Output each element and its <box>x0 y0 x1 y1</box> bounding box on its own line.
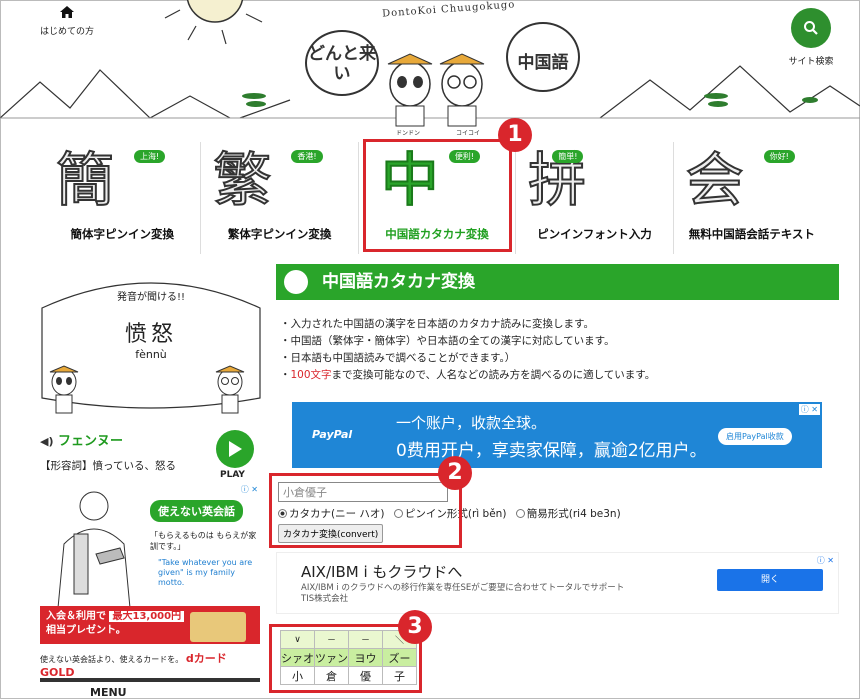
pronunciation-hint: 発音が聞ける!! <box>116 292 186 303</box>
mascot-right-name: コイコイ <box>455 130 480 137</box>
promo-text-1: 入会＆利用で <box>46 611 106 622</box>
desc-line: ・入力された中国語の漢字を日本語のカタカナ読みに変換します。 <box>280 318 594 330</box>
promo-highlight: 最大13,000円 <box>109 611 185 622</box>
radio-unchecked-icon <box>515 509 525 518</box>
logo-bubble-right[interactable]: 中国語 <box>506 22 580 92</box>
aix-open-button[interactable]: 開く <box>717 569 823 591</box>
paypal-ad-line2: 0费用开户，享卖家保障，赢逾2亿用户。 <box>396 441 707 461</box>
adchoices-icon[interactable]: ⓘ ✕ <box>798 404 820 415</box>
nav-tag: 你好! <box>763 150 795 163</box>
paypal-ad-line1: 一个账户，收款全球。 <box>396 414 547 432</box>
paypal-ad-banner[interactable]: PayPal 一个账户，收款全球。 0费用开户，享卖家保障，赢逾2亿用户。 启用… <box>292 402 822 468</box>
audio-katakana-text: フェンヌー <box>58 434 124 449</box>
play-button[interactable] <box>216 430 254 468</box>
adchoices-icon[interactable]: ⓘ ✕ <box>814 555 836 566</box>
desc-line: ・中国語（繁体字・簡体字）や日本語の全ての漢字に対応しています。 <box>280 335 615 347</box>
nav-tag: 簡単! <box>552 150 584 163</box>
step-badge-3: 3 <box>398 610 432 644</box>
paypal-cta-button[interactable]: 启用PayPal收款 <box>718 428 792 445</box>
audio-katakana: ◀) フェンヌー <box>40 430 123 449</box>
section-title-bar: 中国語カタカナ変換 <box>276 264 839 300</box>
nav-label: 繁体字ピンイン変換 <box>227 227 332 241</box>
panda-icon <box>284 270 308 294</box>
nav-tag: 香港! <box>291 150 323 163</box>
sidebar-ad[interactable]: 使えない英会話 「もらえるものは もらえが家訓です。」 "Take whatev… <box>40 484 260 608</box>
paypal-logo: PayPal <box>312 428 353 441</box>
step-badge-1: 1 <box>498 118 532 152</box>
credit-card-icon <box>190 612 246 642</box>
ad-footer-text: 使えない英会話より、使えるカードを。 <box>40 655 184 664</box>
nav-label: 簡体字ピンイン変換 <box>70 227 174 241</box>
desc-bullet: ・ <box>280 369 291 381</box>
aix-ad-company: TIS株式会社 <box>301 594 349 604</box>
nav-kanji-traditional: 繁 <box>212 146 272 214</box>
site-header: はじめての方 DontoKoi Chuugokugo どんと来い 中国語 ドンド… <box>0 0 860 140</box>
radio-simple-label: 簡易形式(ri4 be3n) <box>526 508 621 520</box>
search-icon <box>804 21 818 35</box>
radio-simple[interactable]: 簡易形式(ri4 be3n) <box>515 508 621 520</box>
aix-ad-title: AIX/IBM i もクラウドへ <box>301 563 463 581</box>
logo-bubble-left[interactable]: どんと来い <box>305 30 379 96</box>
pronunciation-widget: 発音が聞ける!! 愤怒 fènnù <box>40 268 262 418</box>
adchoices-icon[interactable]: ⓘ ✕ <box>238 484 260 495</box>
desc-limit-rest: まで変換可能なので、人名などの読み方を調べるのに適しています。 <box>331 369 656 381</box>
home-icon <box>60 6 74 18</box>
page-title: 中国語カタカナ変換 <box>322 272 475 292</box>
ad-headline: 使えない英会話 <box>150 500 243 522</box>
nav-label: 無料中国語会話テキスト <box>688 227 815 241</box>
desc-limit-highlight: 100文字 <box>290 369 332 381</box>
tool-description: ・入力された中国語の漢字を日本語のカタカナ読みに変換します。 ・中国語（繁体字・… <box>280 316 655 384</box>
nav-simplified-pinyin[interactable]: 簡 上海! 簡体字ピンイン変換 <box>44 142 202 254</box>
ad-quote-english: "Take whatever you are given" is my fami… <box>158 558 253 587</box>
nav-label: ピンインフォント入力 <box>537 227 652 241</box>
nav-kanji-conversation: 会 <box>685 146 745 214</box>
nav-conversation-text[interactable]: 会 你好! 無料中国語会話テキスト <box>674 142 830 254</box>
highlight-box-1 <box>363 139 512 252</box>
sidebar-menu-header[interactable]: MENU <box>40 678 260 700</box>
desc-line: ・100文字まで変換可能なので、人名などの読み方を調べるのに適しています。 <box>280 367 655 384</box>
mascot-names: ドンドン コイコイ <box>396 128 480 137</box>
highlight-box-2 <box>269 473 462 548</box>
desc-line: ・日本語も中国語読みで調べることができます。） <box>280 352 516 364</box>
word-definition: 【形容詞】憤っている、怒る <box>40 460 176 472</box>
aix-ad-text: AIX/IBM i のクラウドへの移行作業を専任SEがご要望に合わせてトータルで… <box>301 583 625 593</box>
sidebar-ad-promo[interactable]: 入会＆利用で 最大13,000円 相当プレゼント。 <box>40 606 260 644</box>
site-search-label: サイト検索 <box>788 57 834 67</box>
beginners-link[interactable]: はじめての方 <box>36 6 98 37</box>
sidebar-ad-footer[interactable]: 使えない英会話より、使えるカードを。 dカード GOLD <box>40 650 262 679</box>
search-button[interactable] <box>791 8 831 48</box>
play-label: PLAY <box>220 470 245 480</box>
promo-text-2: 相当プレゼント。 <box>46 625 126 636</box>
nav-pinyin-font[interactable]: 拼 簡単! ピンインフォント入力 <box>516 142 674 254</box>
header-landscape-illustration <box>0 0 860 127</box>
site-search-link[interactable]: サイト検索 <box>780 8 842 67</box>
ad-character-illustration <box>57 491 131 608</box>
nav-kanji-simplified: 簡 <box>55 146 115 214</box>
play-icon <box>229 441 242 457</box>
ad-quote: 「もらえるものは もらえが家訓です。」 <box>150 531 257 551</box>
pronunciation-word: 愤怒 <box>124 322 177 347</box>
pronunciation-pinyin: fènnù <box>135 348 167 361</box>
speaker-icon: ◀) <box>40 435 54 448</box>
aix-ad-banner[interactable]: AIX/IBM i もクラウドへ AIX/IBM i のクラウドへの移行作業を専… <box>276 552 839 614</box>
step-badge-2: 2 <box>438 456 472 490</box>
mascot-left-name: ドンドン <box>396 130 421 137</box>
aix-ad-body: AIX/IBM i のクラウドへの移行作業を専任SEがご要望に合わせてトータルで… <box>301 583 624 605</box>
nav-traditional-pinyin[interactable]: 繁 香港! 繁体字ピンイン変換 <box>201 142 359 254</box>
beginners-label: はじめての方 <box>39 27 94 37</box>
nav-tag: 上海! <box>134 150 166 163</box>
